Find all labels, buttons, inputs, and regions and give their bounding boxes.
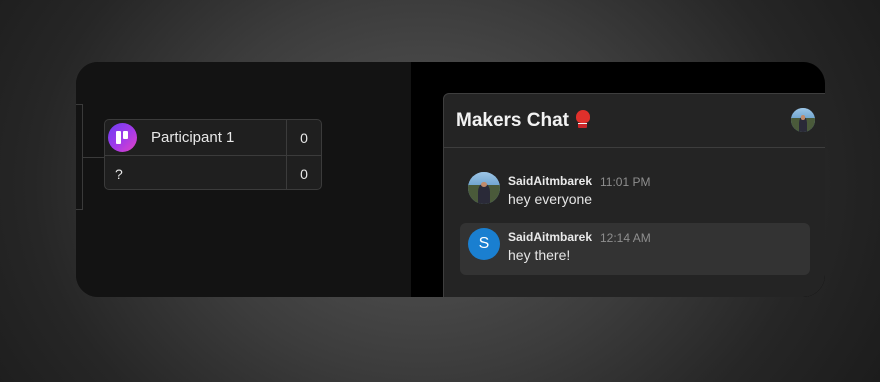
bracket-panel: Participant 1 0 ? 0 [76, 62, 411, 297]
participant-logo-icon [108, 123, 137, 152]
chat-title: Makers Chat [456, 109, 592, 132]
participant-score: 0 [286, 156, 321, 189]
message-text: hey there! [508, 247, 571, 263]
participant-name: Participant 1 [151, 129, 235, 146]
app-window: Participant 1 0 ? 0 Makers Chat SaidAitm… [76, 62, 825, 297]
avatar: S [468, 228, 500, 260]
chat-header: Makers Chat [444, 94, 825, 148]
chat-title-text: Makers Chat [456, 110, 569, 131]
user-avatar[interactable] [791, 108, 815, 132]
message-timestamp: 11:01 PM [600, 175, 651, 189]
avatar [468, 172, 500, 204]
participant-name: ? [115, 165, 123, 182]
boxing-glove-icon [574, 109, 592, 129]
bracket-connector [83, 157, 105, 158]
bracket-match[interactable]: Participant 1 0 ? 0 [104, 119, 322, 190]
message-text: hey everyone [508, 191, 593, 207]
participant-row[interactable]: Participant 1 0 [105, 120, 321, 155]
message-timestamp: 12:14 AM [600, 231, 651, 245]
chat-window: Makers Chat SaidAitmbarek 11:01 PM hey e… [443, 93, 825, 297]
chat-panel: Makers Chat SaidAitmbarek 11:01 PM hey e… [411, 62, 825, 297]
chat-message[interactable]: S SaidAitmbarek 12:14 AM hey there! [460, 223, 810, 275]
message-username: SaidAitmbarek [508, 230, 593, 244]
message-username: SaidAitmbarek [508, 174, 593, 188]
bracket-connector [76, 209, 83, 210]
participant-row[interactable]: ? 0 [105, 155, 321, 189]
chat-message[interactable]: SaidAitmbarek 11:01 PM hey everyone [460, 167, 810, 219]
participant-score: 0 [286, 120, 321, 155]
